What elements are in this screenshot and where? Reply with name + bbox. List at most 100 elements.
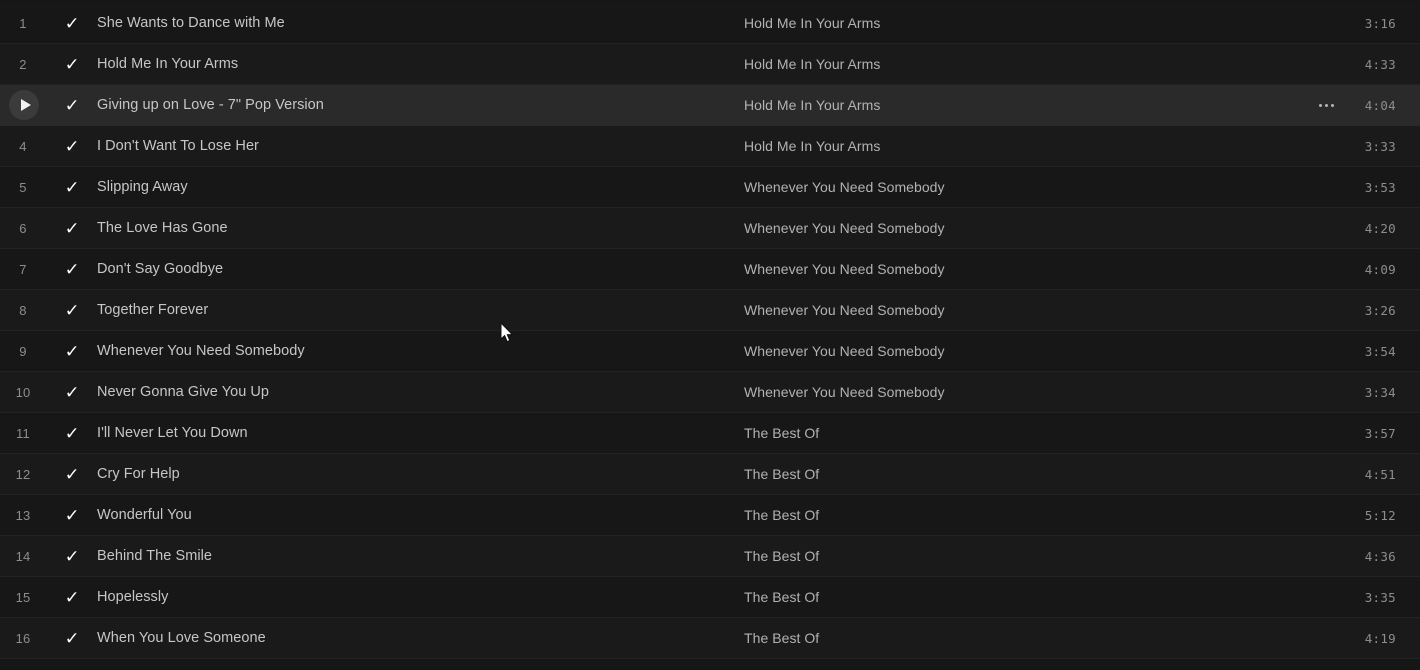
track-duration: 3:34 [1364,384,1396,400]
track-row[interactable]: 11 ✓ I'll Never Let You Down The Best Of 3:5… [0,413,1420,454]
track-duration: 4:36 [1364,548,1396,564]
check-icon: ✓ [64,300,80,320]
track-more-menu-cell[interactable] [1296,103,1356,107]
track-checkbox[interactable]: ✓ [48,425,96,442]
track-title[interactable]: Wonderful You [96,507,744,523]
track-album[interactable]: Whenever You Need Somebody [744,343,1296,359]
track-title[interactable]: I'll Never Let You Down [96,425,744,441]
track-album[interactable]: Hold Me In Your Arms [744,138,1296,154]
track-title[interactable]: Giving up on Love - 7" Pop Version [96,97,744,113]
track-index-cell[interactable]: 5 [0,167,48,208]
check-icon: ✓ [64,628,80,648]
track-index-cell[interactable]: 16 [0,618,48,659]
check-icon: ✓ [64,54,80,74]
track-checkbox[interactable]: ✓ [48,220,96,237]
track-checkbox[interactable]: ✓ [48,507,96,524]
track-album[interactable]: The Best Of [744,630,1296,646]
track-duration: 3:57 [1364,425,1396,441]
track-title[interactable]: Whenever You Need Somebody [96,343,744,359]
track-index-cell[interactable]: 6 [0,208,48,249]
track-index-cell[interactable]: 12 [0,454,48,495]
track-checkbox[interactable]: ✓ [48,630,96,647]
track-row[interactable]: 9 ✓ Whenever You Need Somebody Whenever You… [0,331,1420,372]
track-checkbox[interactable]: ✓ [48,302,96,319]
track-index-cell[interactable]: 3 [0,85,48,126]
track-index-cell[interactable]: 7 [0,249,48,290]
track-index-cell[interactable]: 1 [0,3,48,44]
track-album[interactable]: Whenever You Need Somebody [744,302,1296,318]
track-title[interactable]: Hold Me In Your Arms [96,56,744,72]
track-title[interactable]: She Wants to Dance with Me [96,15,744,31]
track-index-cell[interactable]: 11 [0,413,48,454]
track-album[interactable]: Whenever You Need Somebody [744,261,1296,277]
track-title[interactable]: Don't Say Goodbye [96,261,744,277]
track-row[interactable]: 6 ✓ The Love Has Gone Whenever You Need Som… [0,208,1420,249]
track-title[interactable]: Cry For Help [96,466,744,482]
track-checkbox[interactable]: ✓ [48,138,96,155]
track-row[interactable]: 14 ✓ Behind The Smile The Best Of 4:36 [0,536,1420,577]
track-checkbox[interactable]: ✓ [48,343,96,360]
track-title[interactable]: Hopelessly [96,589,744,605]
track-title[interactable]: The Love Has Gone [96,220,744,236]
track-album[interactable]: Whenever You Need Somebody [744,179,1296,195]
track-checkbox[interactable]: ✓ [48,56,96,73]
track-index-cell[interactable]: 13 [0,495,48,536]
check-icon: ✓ [64,423,80,443]
track-title[interactable]: Behind The Smile [96,548,744,564]
track-row[interactable]: 12 ✓ Cry For Help The Best Of 4:51 [0,454,1420,495]
track-title[interactable]: When You Love Someone [96,630,744,646]
track-index-cell[interactable]: 2 [0,44,48,85]
track-row[interactable]: 8 ✓ Together Forever Whenever You Need Some… [0,290,1420,331]
track-checkbox[interactable]: ✓ [48,466,96,483]
track-index-label: 16 [15,630,31,646]
track-title[interactable]: I Don't Want To Lose Her [96,138,744,154]
track-index-label: 13 [15,507,31,523]
track-index-label: 11 [16,425,30,441]
track-checkbox[interactable]: ✓ [48,384,96,401]
track-album[interactable]: The Best Of [744,466,1296,482]
track-checkbox[interactable]: ✓ [48,179,96,196]
track-row[interactable]: 5 ✓ Slipping Away Whenever You Need Somebod… [0,167,1420,208]
track-album[interactable]: Whenever You Need Somebody [744,384,1296,400]
check-icon: ✓ [64,382,80,402]
track-title[interactable]: Never Gonna Give You Up [96,384,744,400]
track-row[interactable]: 1 ✓ She Wants to Dance with Me Hold Me In Y… [0,3,1420,44]
track-album[interactable]: Whenever You Need Somebody [744,220,1296,236]
track-album[interactable]: Hold Me In Your Arms [744,15,1296,31]
track-index-label: 15 [15,589,31,605]
track-album[interactable]: The Best Of [744,589,1296,605]
track-row[interactable]: 4 ✓ I Don't Want To Lose Her Hold Me In You… [0,126,1420,167]
track-checkbox[interactable]: ✓ [48,97,96,114]
track-row[interactable]: 3 ✓ Giving up on Love - 7" Pop VersionHold… [0,85,1420,126]
track-row[interactable]: 16 ✓ When You Love Someone The Best Of 4:19 [0,618,1420,659]
track-row[interactable]: 2 ✓ Hold Me In Your Arms Hold Me In Your Ar… [0,44,1420,85]
track-checkbox[interactable]: ✓ [48,548,96,565]
track-album[interactable]: The Best Of [744,507,1296,523]
track-title[interactable]: Slipping Away [96,179,744,195]
track-row[interactable]: 7 ✓ Don't Say Goodbye Whenever You Need Som… [0,249,1420,290]
track-album[interactable]: The Best Of [744,425,1296,441]
track-album[interactable]: The Best Of [744,548,1296,564]
track-index-cell[interactable]: 9 [0,331,48,372]
track-album[interactable]: Hold Me In Your Arms [744,56,1296,72]
track-row[interactable]: 13 ✓ Wonderful You The Best Of 5:12 [0,495,1420,536]
track-row[interactable]: 10 ✓ Never Gonna Give You Up Whenever You N… [0,372,1420,413]
track-index-cell[interactable]: 4 [0,126,48,167]
check-icon: ✓ [64,464,80,484]
track-duration: 3:53 [1364,179,1396,195]
play-icon[interactable] [9,90,39,120]
track-album[interactable]: Hold Me In Your Arms [744,97,1296,113]
track-checkbox[interactable]: ✓ [48,261,96,278]
track-index-cell[interactable]: 14 [0,536,48,577]
track-row[interactable]: 15 ✓ Hopelessly The Best Of 3:35 [0,577,1420,618]
more-horizontal-icon[interactable] [1318,103,1334,107]
track-index-cell[interactable]: 8 [0,290,48,331]
track-rows-container: 1 ✓ She Wants to Dance with Me Hold Me In Y… [0,3,1420,659]
track-index-cell[interactable]: 15 [0,577,48,618]
track-checkbox[interactable]: ✓ [48,15,96,32]
check-icon: ✓ [64,13,80,33]
track-title[interactable]: Together Forever [96,302,744,318]
track-index-cell[interactable]: 10 [0,372,48,413]
track-index-label: 4 [19,138,27,154]
track-checkbox[interactable]: ✓ [48,589,96,606]
